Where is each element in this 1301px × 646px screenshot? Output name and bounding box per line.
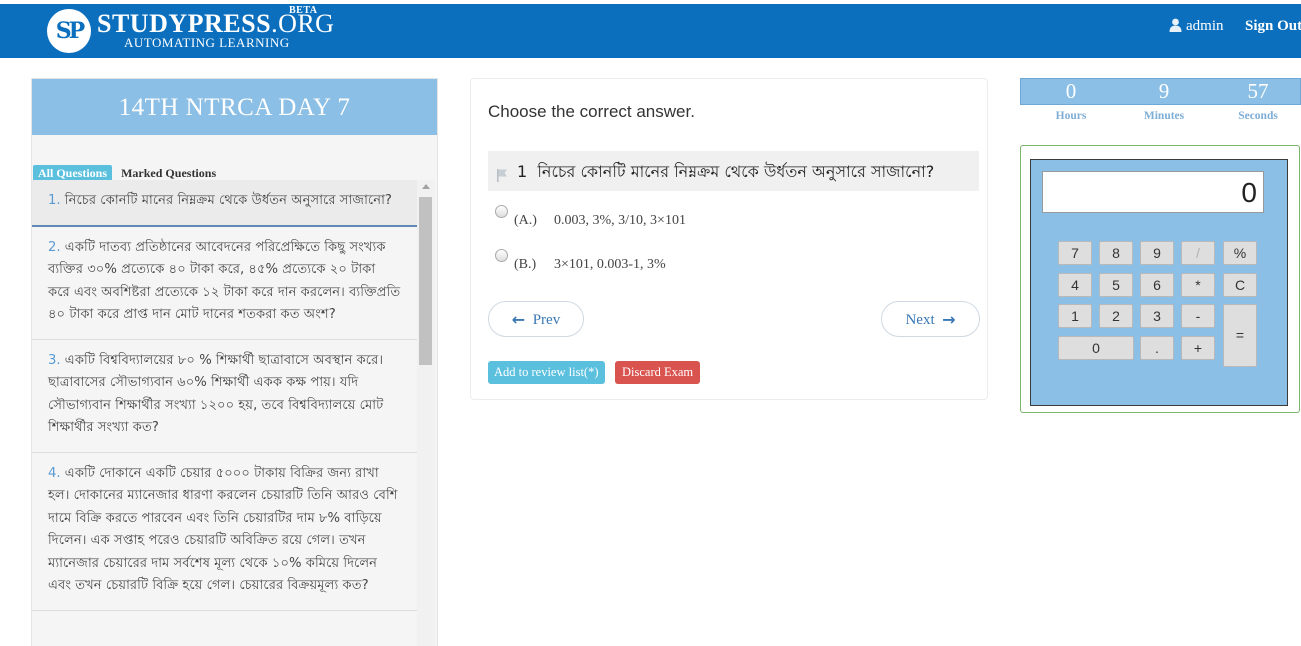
key-add[interactable]: + <box>1181 336 1215 360</box>
key-0[interactable]: 0 <box>1058 336 1134 360</box>
question-header: 1 নিচের কোনটি মানের নিম্নক্রম থেকে উর্ধত… <box>488 151 979 191</box>
key-clear[interactable]: C <box>1223 273 1257 297</box>
list-item-number: 1. <box>48 193 61 208</box>
key-multiply[interactable]: * <box>1181 273 1215 297</box>
timer-seconds: 57 Seconds <box>1211 78 1301 122</box>
user-menu[interactable]: admin <box>1169 18 1224 35</box>
question-list-panel: 14TH NTRCA DAY 7 All Questions Marked Qu… <box>31 78 438 646</box>
list-item-text: একটি দাতব্য প্রতিষ্ঠানের আবেদনের পরিপ্রে… <box>48 239 401 323</box>
timer-minutes-value: 9 <box>1158 79 1170 103</box>
list-item[interactable]: 4. একটি দোকানে একটি চেয়ার ৫০০০ টাকায় ব… <box>32 453 417 611</box>
add-to-review-button[interactable]: Add to review list(*) <box>488 361 605 384</box>
countdown-timer: 0 Hours 9 Minutes 57 Seconds <box>1020 78 1301 122</box>
arrow-left-icon: ← <box>511 310 526 329</box>
key-8[interactable]: 8 <box>1099 241 1133 265</box>
question-list: 1. নিচের কোনটি মানের নিম্নক্রম থেকে উর্ধ… <box>32 180 417 611</box>
question-number: 1 <box>517 162 528 181</box>
list-item-number: 4. <box>48 465 61 481</box>
list-item-number: 3. <box>48 352 61 368</box>
list-item-number: 2. <box>48 239 61 255</box>
prev-label: Prev <box>532 312 561 328</box>
option-b-radio[interactable] <box>495 249 508 262</box>
list-item-text: একটি দোকানে একটি চেয়ার ৫০০০ টাকায় বিক্… <box>48 465 398 594</box>
scroll-thumb[interactable] <box>419 197 432 365</box>
question-panel: Choose the correct answer. 1 নিচের কোনটি… <box>470 78 988 400</box>
option-a[interactable]: (A.) 0.003, 3%, 3/10, 3×101 <box>495 205 686 229</box>
key-1[interactable]: 1 <box>1058 304 1092 328</box>
key-4[interactable]: 4 <box>1058 273 1092 297</box>
list-item[interactable]: 1. নিচের কোনটি মানের নিম্নক্রম থেকে উর্ধ… <box>32 180 417 227</box>
timer-seconds-label: Seconds <box>1238 110 1278 122</box>
option-a-letter: (A.) <box>514 213 537 228</box>
signout-link[interactable]: Sign Out <box>1245 18 1301 35</box>
list-item[interactable]: 3. একটি বিশ্ববিদ্যালয়ের ৮০ % শিক্ষার্থী… <box>32 340 417 453</box>
key-equals[interactable]: = <box>1223 304 1257 367</box>
key-5[interactable]: 5 <box>1099 273 1133 297</box>
list-item[interactable]: 2. একটি দাতব্য প্রতিষ্ঠানের আবেদনের পরিপ… <box>32 227 417 340</box>
scroll-up-icon[interactable] <box>422 184 430 189</box>
instruction-text: Choose the correct answer. <box>488 102 695 121</box>
prev-button[interactable]: ← Prev <box>488 301 584 337</box>
option-b[interactable]: (B.) 3×101, 0.003-1, 3% <box>495 249 666 273</box>
flag-icon[interactable] <box>496 168 508 182</box>
key-decimal[interactable]: . <box>1140 336 1174 360</box>
timer-minutes-label: Minutes <box>1143 110 1185 122</box>
question-list-scrollbar[interactable] <box>417 180 435 646</box>
calculator: 0 7 8 9 / % 4 5 6 * C 1 2 3 - = 0 . + <box>1030 159 1288 406</box>
key-9[interactable]: 9 <box>1140 241 1174 265</box>
key-2[interactable]: 2 <box>1099 304 1133 328</box>
question-body: নিচের কোনটি মানের নিম্নক্রম থেকে উর্ধতন … <box>537 162 935 181</box>
arrow-right-icon: → <box>942 310 956 329</box>
calculator-display: 0 <box>1042 171 1264 213</box>
brand-name-main: STUDYPRESS <box>97 9 272 38</box>
question-tabs: All Questions Marked Questions <box>33 162 216 182</box>
timer-hours: 0 Hours <box>1024 78 1118 122</box>
key-subtract[interactable]: - <box>1181 304 1215 328</box>
beta-label: BETA <box>289 5 318 16</box>
key-6[interactable]: 6 <box>1140 273 1174 297</box>
option-a-text: 0.003, 3%, 3/10, 3×101 <box>554 213 686 228</box>
key-7[interactable]: 7 <box>1058 241 1092 265</box>
tab-marked-questions[interactable]: Marked Questions <box>121 166 216 181</box>
next-label: Next <box>905 312 935 328</box>
key-percent[interactable]: % <box>1223 241 1257 265</box>
next-button[interactable]: Next → <box>881 301 980 337</box>
brand-tagline: AUTOMATING LEARNING <box>124 35 290 50</box>
key-3[interactable]: 3 <box>1140 304 1174 328</box>
timer-hours-value: 0 <box>1065 79 1077 103</box>
navbar: SP STUDYPRESS.ORG BETA AUTOMATING LEARNI… <box>0 4 1301 58</box>
option-a-radio[interactable] <box>495 205 508 218</box>
timer-minutes: 9 Minutes <box>1117 78 1211 122</box>
list-item-text: একটি বিশ্ববিদ্যালয়ের ৮০ % শিক্ষার্থী ছা… <box>48 352 384 436</box>
discard-exam-button[interactable]: Discard Exam <box>615 361 701 384</box>
user-name: admin <box>1186 18 1224 34</box>
calculator-panel: 0 7 8 9 / % 4 5 6 * C 1 2 3 - = 0 . + <box>1020 145 1300 413</box>
user-icon <box>1169 18 1182 32</box>
exam-title: 14TH NTRCA DAY 7 <box>32 79 437 135</box>
timer-seconds-value: 57 <box>1247 79 1269 103</box>
logo-icon[interactable]: SP <box>47 9 91 53</box>
question-text: 1 নিচের কোনটি মানের নিম্নক্রম থেকে উর্ধত… <box>517 159 934 186</box>
timer-hours-label: Hours <box>1055 110 1087 122</box>
option-b-text: 3×101, 0.003-1, 3% <box>554 257 666 272</box>
key-divide[interactable]: / <box>1181 241 1215 265</box>
option-b-letter: (B.) <box>514 257 537 272</box>
list-item-text: নিচের কোনটি মানের নিম্নক্রম থেকে উর্ধতন … <box>64 193 392 208</box>
